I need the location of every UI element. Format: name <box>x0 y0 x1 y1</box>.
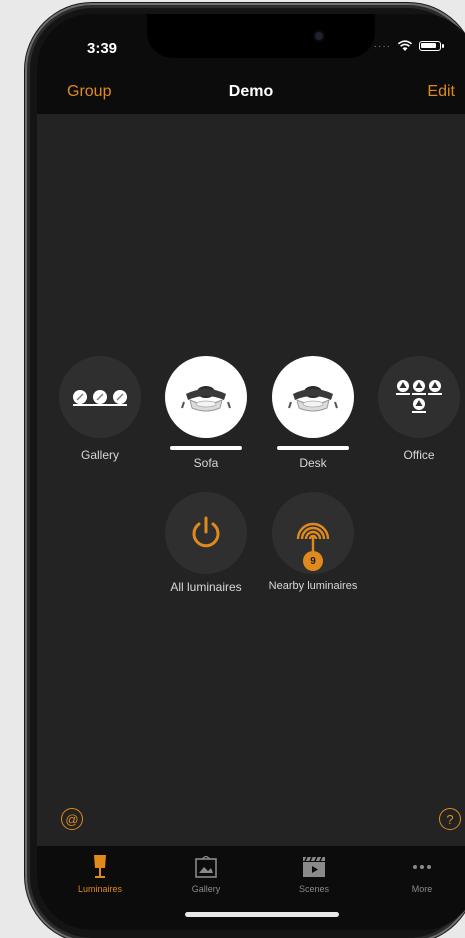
status-time: 3:39 <box>87 40 118 57</box>
wifi-icon <box>397 40 413 51</box>
group-tile-desk[interactable]: Desk <box>271 356 355 470</box>
tab-luminaires[interactable]: Luminaires <box>65 854 135 894</box>
signal-icon: ···· <box>373 40 391 52</box>
luminaire-icon <box>165 356 247 438</box>
gallery-icon <box>171 854 241 880</box>
all-luminaires-button[interactable]: All luminaires <box>165 492 247 594</box>
battery-icon <box>419 41 444 51</box>
notch <box>147 14 375 58</box>
help-icon[interactable]: ? <box>439 808 461 830</box>
app-screen: 3:39 ···· Group Demo Edit Gallery Sofa D… <box>37 14 465 930</box>
nearby-luminaires-label: Nearby luminaires <box>268 580 358 592</box>
group-label-gallery: Gallery <box>80 448 119 462</box>
group-tile-office[interactable]: Office <box>377 356 461 462</box>
luminaire-icon <box>272 356 354 438</box>
tab-label: Luminaires <box>77 884 123 894</box>
group-label-office: Office <box>403 448 435 462</box>
selected-indicator <box>277 446 349 450</box>
nearby-signal-icon: 9 <box>272 492 354 574</box>
group-label-desk: Desk <box>299 456 327 470</box>
tab-label: More <box>411 884 433 894</box>
tab-label: Gallery <box>191 884 221 894</box>
group-tile-sofa[interactable]: Sofa <box>164 356 248 470</box>
tab-bar: Luminaires Gallery Scenes More <box>37 846 465 930</box>
page-title: Demo <box>228 83 274 100</box>
more-dots-icon <box>387 854 457 880</box>
front-camera <box>315 32 323 40</box>
status-icons: ···· <box>373 40 444 52</box>
tab-label: Scenes <box>298 884 330 894</box>
all-luminaires-label: All luminaires <box>170 580 242 594</box>
tab-more[interactable]: More <box>387 854 457 894</box>
clapperboard-icon <box>279 854 349 880</box>
at-icon[interactable]: @ <box>61 808 83 830</box>
lamp-icon <box>65 854 135 880</box>
top-bar: 3:39 ···· Group Demo Edit <box>37 14 465 114</box>
tab-gallery[interactable]: Gallery <box>171 854 241 894</box>
group-label-sofa: Sofa <box>193 456 219 470</box>
edit-button[interactable]: Edit <box>427 83 455 101</box>
gallery-group-icon <box>59 356 141 438</box>
office-group-icon <box>378 356 460 438</box>
group-tile-gallery[interactable]: Gallery <box>58 356 142 462</box>
home-indicator[interactable] <box>185 912 339 917</box>
nearby-luminaires-button[interactable]: 9 Nearby luminaires <box>269 492 357 592</box>
selected-indicator <box>170 446 242 450</box>
tab-scenes[interactable]: Scenes <box>279 854 349 894</box>
power-icon <box>165 492 247 574</box>
nearby-count-badge: 9 <box>303 551 323 571</box>
